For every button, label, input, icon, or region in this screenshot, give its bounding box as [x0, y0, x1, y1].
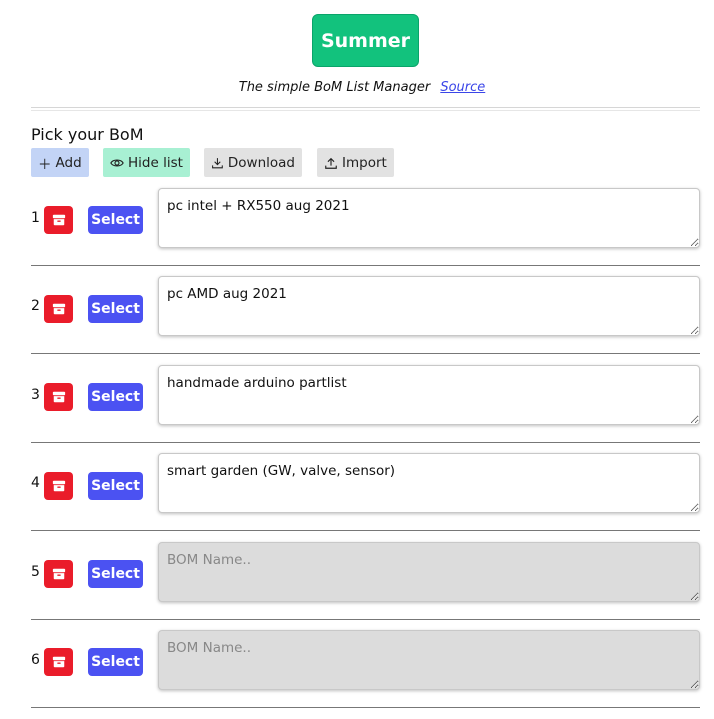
archive-delete-button[interactable] — [44, 472, 73, 500]
bom-number: 5 — [31, 564, 40, 580]
archive-delete-button[interactable] — [44, 560, 73, 588]
row-divider — [31, 619, 700, 620]
bom-number: 6 — [31, 652, 40, 668]
bom-name-input[interactable] — [158, 276, 700, 336]
upload-icon — [325, 157, 337, 169]
download-label: Download — [227, 154, 295, 171]
archive-delete-button[interactable] — [44, 206, 73, 234]
bom-number: 2 — [31, 298, 40, 314]
header-divider — [31, 107, 700, 111]
source-link[interactable]: Source — [440, 80, 485, 95]
tagline-text: The simple BoM List Manager — [238, 80, 431, 95]
download-icon — [212, 157, 223, 168]
archive-icon — [52, 214, 65, 226]
bom-name-input[interactable] — [158, 630, 700, 690]
tagline: The simple BoM List Manager Source — [0, 80, 714, 95]
hide-list-button[interactable]: Hide list — [103, 148, 190, 177]
bom-row: 4 Select — [31, 453, 700, 542]
row-divider — [31, 707, 700, 708]
select-button[interactable]: Select — [88, 648, 143, 676]
row-divider — [31, 353, 700, 354]
row-divider — [31, 265, 700, 266]
add-label: Add — [55, 154, 82, 171]
download-button[interactable]: Download — [204, 148, 302, 177]
bom-number: 1 — [31, 210, 40, 226]
select-button[interactable]: Select — [88, 472, 143, 500]
archive-icon — [52, 568, 65, 580]
select-button[interactable]: Select — [88, 206, 143, 234]
bom-name-input[interactable] — [158, 365, 700, 425]
eye-icon — [110, 158, 124, 167]
import-button[interactable]: Import — [317, 148, 394, 177]
bom-name-input[interactable] — [158, 542, 700, 602]
bom-row: 3 Select — [31, 365, 700, 454]
bom-row: 6 Select — [31, 630, 700, 719]
archive-icon — [52, 303, 65, 315]
section-heading: Pick your BoM — [31, 125, 144, 144]
app-logo-button[interactable]: Summer — [312, 14, 419, 67]
select-button[interactable]: Select — [88, 560, 143, 588]
bom-number: 4 — [31, 475, 40, 491]
hide-list-label: Hide list — [128, 154, 183, 171]
archive-delete-button[interactable] — [44, 648, 73, 676]
select-button[interactable]: Select — [88, 295, 143, 323]
archive-delete-button[interactable] — [44, 383, 73, 411]
archive-delete-button[interactable] — [44, 295, 73, 323]
add-button[interactable]: ＋ Add — [31, 148, 89, 177]
bom-row: 5 Select — [31, 542, 700, 631]
archive-icon — [52, 391, 65, 403]
bom-name-input[interactable] — [158, 453, 700, 513]
bom-name-input[interactable] — [158, 188, 700, 248]
bom-row: 1 Select — [31, 188, 700, 277]
archive-icon — [52, 656, 65, 668]
archive-icon — [52, 480, 65, 492]
bom-row: 2 Select — [31, 276, 700, 365]
select-button[interactable]: Select — [88, 383, 143, 411]
plus-icon: ＋ — [38, 156, 52, 173]
bom-number: 3 — [31, 387, 40, 403]
row-divider — [31, 530, 700, 531]
row-divider — [31, 442, 700, 443]
import-label: Import — [342, 154, 387, 171]
